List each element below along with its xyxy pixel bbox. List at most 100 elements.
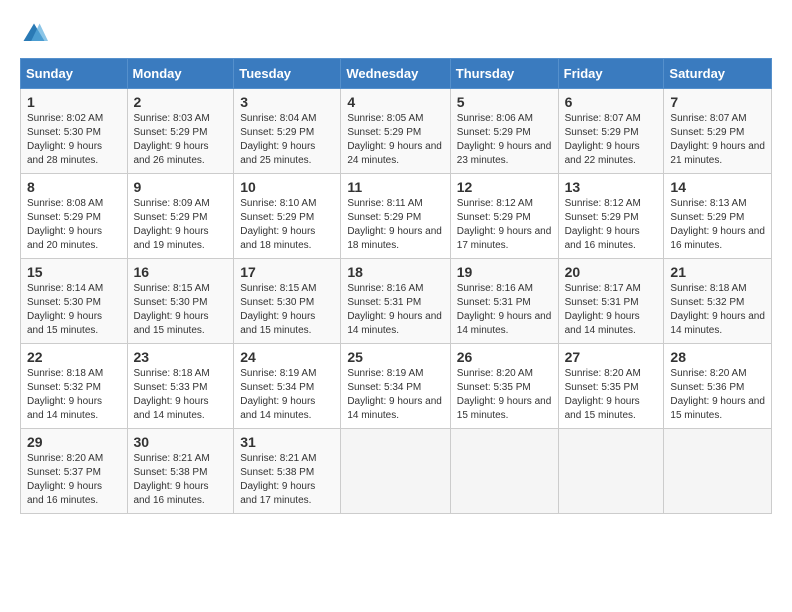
cell-content: Sunrise: 8:07 AM Sunset: 5:29 PM Dayligh…: [565, 112, 658, 168]
calendar-cell: 31 Sunrise: 8:21 AM Sunset: 5:38 PM Dayl…: [234, 429, 341, 514]
logo-icon: [20, 20, 48, 48]
day-number: 14: [670, 179, 765, 195]
cell-content: Sunrise: 8:02 AM Sunset: 5:30 PM Dayligh…: [27, 112, 121, 168]
cell-content: Sunrise: 8:09 AM Sunset: 5:29 PM Dayligh…: [134, 197, 228, 253]
page-header: [20, 20, 772, 48]
day-number: 24: [240, 349, 334, 365]
calendar-cell: 12 Sunrise: 8:12 AM Sunset: 5:29 PM Dayl…: [450, 174, 558, 259]
calendar-cell: 29 Sunrise: 8:20 AM Sunset: 5:37 PM Dayl…: [21, 429, 128, 514]
day-number: 25: [347, 349, 443, 365]
calendar-cell: 13 Sunrise: 8:12 AM Sunset: 5:29 PM Dayl…: [558, 174, 664, 259]
day-number: 11: [347, 179, 443, 195]
day-number: 5: [457, 94, 552, 110]
cell-content: Sunrise: 8:18 AM Sunset: 5:32 PM Dayligh…: [670, 282, 765, 338]
cell-content: Sunrise: 8:08 AM Sunset: 5:29 PM Dayligh…: [27, 197, 121, 253]
calendar-cell: [450, 429, 558, 514]
cell-content: Sunrise: 8:21 AM Sunset: 5:38 PM Dayligh…: [240, 452, 334, 508]
logo: [20, 20, 52, 48]
calendar-cell: 15 Sunrise: 8:14 AM Sunset: 5:30 PM Dayl…: [21, 259, 128, 344]
calendar-week-1: 1 Sunrise: 8:02 AM Sunset: 5:30 PM Dayli…: [21, 89, 772, 174]
cell-content: Sunrise: 8:20 AM Sunset: 5:37 PM Dayligh…: [27, 452, 121, 508]
day-number: 22: [27, 349, 121, 365]
day-number: 12: [457, 179, 552, 195]
cell-content: Sunrise: 8:10 AM Sunset: 5:29 PM Dayligh…: [240, 197, 334, 253]
calendar-cell: 22 Sunrise: 8:18 AM Sunset: 5:32 PM Dayl…: [21, 344, 128, 429]
day-number: 6: [565, 94, 658, 110]
cell-content: Sunrise: 8:20 AM Sunset: 5:35 PM Dayligh…: [565, 367, 658, 423]
day-header-wednesday: Wednesday: [341, 59, 450, 89]
cell-content: Sunrise: 8:18 AM Sunset: 5:32 PM Dayligh…: [27, 367, 121, 423]
calendar-week-3: 15 Sunrise: 8:14 AM Sunset: 5:30 PM Dayl…: [21, 259, 772, 344]
day-number: 30: [134, 434, 228, 450]
day-header-tuesday: Tuesday: [234, 59, 341, 89]
calendar-cell: 28 Sunrise: 8:20 AM Sunset: 5:36 PM Dayl…: [664, 344, 772, 429]
calendar-week-2: 8 Sunrise: 8:08 AM Sunset: 5:29 PM Dayli…: [21, 174, 772, 259]
day-number: 9: [134, 179, 228, 195]
calendar-cell: 26 Sunrise: 8:20 AM Sunset: 5:35 PM Dayl…: [450, 344, 558, 429]
day-number: 28: [670, 349, 765, 365]
day-number: 15: [27, 264, 121, 280]
calendar-cell: 27 Sunrise: 8:20 AM Sunset: 5:35 PM Dayl…: [558, 344, 664, 429]
day-header-friday: Friday: [558, 59, 664, 89]
cell-content: Sunrise: 8:19 AM Sunset: 5:34 PM Dayligh…: [240, 367, 334, 423]
day-number: 27: [565, 349, 658, 365]
calendar-cell: 2 Sunrise: 8:03 AM Sunset: 5:29 PM Dayli…: [127, 89, 234, 174]
day-number: 16: [134, 264, 228, 280]
day-number: 29: [27, 434, 121, 450]
cell-content: Sunrise: 8:17 AM Sunset: 5:31 PM Dayligh…: [565, 282, 658, 338]
day-number: 17: [240, 264, 334, 280]
calendar-cell: 16 Sunrise: 8:15 AM Sunset: 5:30 PM Dayl…: [127, 259, 234, 344]
calendar-week-4: 22 Sunrise: 8:18 AM Sunset: 5:32 PM Dayl…: [21, 344, 772, 429]
cell-content: Sunrise: 8:12 AM Sunset: 5:29 PM Dayligh…: [565, 197, 658, 253]
calendar-week-5: 29 Sunrise: 8:20 AM Sunset: 5:37 PM Dayl…: [21, 429, 772, 514]
day-header-sunday: Sunday: [21, 59, 128, 89]
calendar-cell: 19 Sunrise: 8:16 AM Sunset: 5:31 PM Dayl…: [450, 259, 558, 344]
day-number: 18: [347, 264, 443, 280]
calendar-cell: 24 Sunrise: 8:19 AM Sunset: 5:34 PM Dayl…: [234, 344, 341, 429]
cell-content: Sunrise: 8:11 AM Sunset: 5:29 PM Dayligh…: [347, 197, 443, 253]
calendar-cell: 7 Sunrise: 8:07 AM Sunset: 5:29 PM Dayli…: [664, 89, 772, 174]
cell-content: Sunrise: 8:16 AM Sunset: 5:31 PM Dayligh…: [347, 282, 443, 338]
calendar-cell: 10 Sunrise: 8:10 AM Sunset: 5:29 PM Dayl…: [234, 174, 341, 259]
day-header-saturday: Saturday: [664, 59, 772, 89]
calendar-cell: 17 Sunrise: 8:15 AM Sunset: 5:30 PM Dayl…: [234, 259, 341, 344]
day-header-monday: Monday: [127, 59, 234, 89]
cell-content: Sunrise: 8:20 AM Sunset: 5:35 PM Dayligh…: [457, 367, 552, 423]
day-header-thursday: Thursday: [450, 59, 558, 89]
cell-content: Sunrise: 8:03 AM Sunset: 5:29 PM Dayligh…: [134, 112, 228, 168]
cell-content: Sunrise: 8:15 AM Sunset: 5:30 PM Dayligh…: [134, 282, 228, 338]
calendar-cell: 5 Sunrise: 8:06 AM Sunset: 5:29 PM Dayli…: [450, 89, 558, 174]
calendar-cell: 20 Sunrise: 8:17 AM Sunset: 5:31 PM Dayl…: [558, 259, 664, 344]
cell-content: Sunrise: 8:04 AM Sunset: 5:29 PM Dayligh…: [240, 112, 334, 168]
calendar-cell: 23 Sunrise: 8:18 AM Sunset: 5:33 PM Dayl…: [127, 344, 234, 429]
day-number: 1: [27, 94, 121, 110]
cell-content: Sunrise: 8:06 AM Sunset: 5:29 PM Dayligh…: [457, 112, 552, 168]
day-number: 23: [134, 349, 228, 365]
cell-content: Sunrise: 8:19 AM Sunset: 5:34 PM Dayligh…: [347, 367, 443, 423]
calendar-cell: 1 Sunrise: 8:02 AM Sunset: 5:30 PM Dayli…: [21, 89, 128, 174]
calendar-cell: 3 Sunrise: 8:04 AM Sunset: 5:29 PM Dayli…: [234, 89, 341, 174]
day-number: 8: [27, 179, 121, 195]
cell-content: Sunrise: 8:12 AM Sunset: 5:29 PM Dayligh…: [457, 197, 552, 253]
day-number: 4: [347, 94, 443, 110]
cell-content: Sunrise: 8:14 AM Sunset: 5:30 PM Dayligh…: [27, 282, 121, 338]
day-number: 2: [134, 94, 228, 110]
calendar-cell: 21 Sunrise: 8:18 AM Sunset: 5:32 PM Dayl…: [664, 259, 772, 344]
calendar-cell: 8 Sunrise: 8:08 AM Sunset: 5:29 PM Dayli…: [21, 174, 128, 259]
day-number: 7: [670, 94, 765, 110]
cell-content: Sunrise: 8:21 AM Sunset: 5:38 PM Dayligh…: [134, 452, 228, 508]
day-number: 20: [565, 264, 658, 280]
calendar-table: SundayMondayTuesdayWednesdayThursdayFrid…: [20, 58, 772, 514]
calendar-cell: 11 Sunrise: 8:11 AM Sunset: 5:29 PM Dayl…: [341, 174, 450, 259]
calendar-cell: 14 Sunrise: 8:13 AM Sunset: 5:29 PM Dayl…: [664, 174, 772, 259]
day-number: 19: [457, 264, 552, 280]
calendar-cell: [664, 429, 772, 514]
cell-content: Sunrise: 8:20 AM Sunset: 5:36 PM Dayligh…: [670, 367, 765, 423]
cell-content: Sunrise: 8:18 AM Sunset: 5:33 PM Dayligh…: [134, 367, 228, 423]
calendar-cell: 25 Sunrise: 8:19 AM Sunset: 5:34 PM Dayl…: [341, 344, 450, 429]
calendar-body: 1 Sunrise: 8:02 AM Sunset: 5:30 PM Dayli…: [21, 89, 772, 514]
calendar-cell: 9 Sunrise: 8:09 AM Sunset: 5:29 PM Dayli…: [127, 174, 234, 259]
cell-content: Sunrise: 8:07 AM Sunset: 5:29 PM Dayligh…: [670, 112, 765, 168]
calendar-cell: [558, 429, 664, 514]
day-number: 13: [565, 179, 658, 195]
